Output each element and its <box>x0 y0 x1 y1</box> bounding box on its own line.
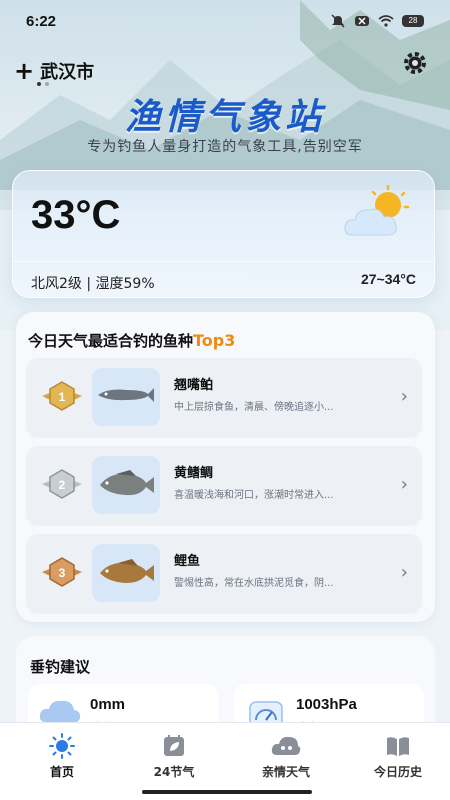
gold-medal-icon: 1 <box>42 381 82 411</box>
svg-text:2: 2 <box>59 478 66 492</box>
status-time: 6:22 <box>26 12 57 30</box>
list-item[interactable]: 2 黄鳍鲷 喜温暖浅海和河口，涨潮时常进入... › <box>26 446 422 526</box>
tab-today-history[interactable]: 今日历史 <box>358 733 438 780</box>
precipitation-value: 0mm <box>90 696 126 713</box>
tab-24-solar-terms[interactable]: 24节气 <box>134 733 214 780</box>
silver-medal-icon: 2 <box>42 469 82 499</box>
partly-cloudy-icon <box>344 185 410 236</box>
status-icons: 28 <box>330 14 424 28</box>
tab-family-weather[interactable]: 亲情天气 <box>246 733 326 780</box>
fish-desc: 警惕性高，常在水底拱泥觅食，阴... <box>174 578 334 589</box>
status-bar: 6:22 28 <box>0 0 450 42</box>
tab-home[interactable]: 首页 <box>22 733 102 780</box>
tab-label: 首页 <box>49 765 74 779</box>
plus-icon[interactable]: + <box>14 59 34 83</box>
battery-icon: 28 <box>402 15 424 27</box>
fish-section-title: 今日天气最适合钓的鱼种Top3 <box>28 330 235 351</box>
advice-title: 垂钓建议 <box>30 658 91 676</box>
fish-name: 黄鳍鲷 <box>174 466 214 481</box>
cloud-family-icon <box>271 736 301 755</box>
home-indicator <box>142 790 312 794</box>
bottom-tab-bar: 首页 24节气 亲情天气 今日历史 <box>0 722 450 800</box>
app-title: 渔情气象站 <box>124 97 325 138</box>
tab-label: 亲情天气 <box>261 765 310 779</box>
gear-icon[interactable] <box>402 50 428 76</box>
fish-name: 鲤鱼 <box>174 554 201 569</box>
city-selector[interactable]: + 武汉市 <box>14 58 94 84</box>
page-dots <box>37 82 49 86</box>
close-notif-icon <box>355 16 369 26</box>
fish-name: 翘嘴鲌 <box>174 378 214 393</box>
wind-humidity: 北风2级 | 湿度59% <box>31 276 155 292</box>
pressure-value: 1003hPa <box>296 696 357 713</box>
city-name[interactable]: 武汉市 <box>40 58 94 84</box>
book-icon <box>387 737 409 756</box>
wifi-icon <box>378 15 394 27</box>
svg-text:3: 3 <box>59 566 66 580</box>
chevron-right-icon: › <box>400 562 408 583</box>
chevron-right-icon: › <box>400 474 408 495</box>
tab-label: 今日历史 <box>373 765 422 779</box>
card-divider <box>13 261 434 262</box>
chevron-right-icon: › <box>400 386 408 407</box>
fish-top3-panel: 今日天气最适合钓的鱼种Top3 1 翘嘴鲌 中上层掠食鱼，清晨、傍晚追逐小...… <box>16 312 435 622</box>
leaf-calendar-icon <box>164 735 184 756</box>
fish-image <box>92 368 160 426</box>
sun-icon <box>49 733 75 759</box>
list-item[interactable]: 1 翘嘴鲌 中上层掠食鱼，清晨、傍晚追逐小... › <box>26 358 422 438</box>
bronze-medal-icon: 3 <box>42 557 82 587</box>
weather-card: 33°C 北风2级 | 湿度59% 27~34°C <box>12 170 435 298</box>
temperature-range: 27~34°C <box>360 271 416 287</box>
svg-text:1: 1 <box>59 390 66 404</box>
fish-desc: 喜温暖浅海和河口，涨潮时常进入... <box>174 490 334 501</box>
fish-image <box>92 456 160 514</box>
mute-icon <box>331 14 345 28</box>
fish-desc: 中上层掠食鱼，清晨、傍晚追逐小... <box>174 402 334 413</box>
fish-title-highlight: Top3 <box>193 331 236 350</box>
tab-label: 24节气 <box>153 765 195 779</box>
fish-title-prefix: 今日天气最适合钓的鱼种 <box>28 332 194 350</box>
app-subtitle: 专为钓鱼人量身打造的气象工具,告别空军 <box>87 139 363 155</box>
current-temperature: 33°C <box>31 193 121 237</box>
list-item[interactable]: 3 鲤鱼 警惕性高，常在水底拱泥觅食，阴... › <box>26 534 422 614</box>
fish-image <box>92 544 160 602</box>
